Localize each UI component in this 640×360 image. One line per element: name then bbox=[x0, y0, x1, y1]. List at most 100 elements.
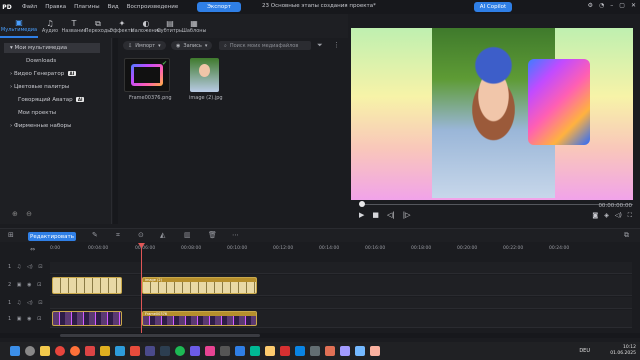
chrome-icon[interactable] bbox=[55, 346, 65, 356]
prev-frame-icon[interactable]: ◁| bbox=[387, 211, 395, 219]
app-icon[interactable] bbox=[295, 346, 305, 356]
frame-layer[interactable] bbox=[528, 59, 590, 145]
export-button[interactable]: Экспорт bbox=[197, 2, 241, 12]
ai-copilot-button[interactable]: AI Copilot bbox=[474, 2, 512, 12]
remove-folder-icon[interactable]: ⊖ bbox=[26, 210, 32, 218]
quality-icon[interactable]: ◈ bbox=[604, 212, 609, 220]
tab-title[interactable]: T Название bbox=[61, 14, 86, 38]
menu-plugins[interactable]: Плагины bbox=[74, 4, 99, 10]
photoshop-icon[interactable] bbox=[160, 346, 170, 356]
firefox-icon[interactable] bbox=[70, 346, 80, 356]
app-icon[interactable] bbox=[280, 346, 290, 356]
more-tools-icon[interactable]: ⋯ bbox=[232, 231, 239, 239]
app-icon[interactable] bbox=[325, 346, 335, 356]
filter-icon[interactable]: ⏷ bbox=[317, 41, 323, 50]
media-thumb-image[interactable] bbox=[190, 58, 219, 92]
track-video-1[interactable]: Frame00376 bbox=[50, 310, 632, 328]
sidebar-item-my-projects[interactable]: Мои проекты bbox=[18, 110, 56, 116]
start-icon[interactable] bbox=[10, 346, 20, 356]
lock-icon[interactable]: ⊡ bbox=[37, 282, 41, 288]
playhead[interactable] bbox=[141, 244, 142, 338]
lock-icon[interactable]: ⊡ bbox=[38, 300, 42, 306]
track-audio-1[interactable] bbox=[50, 297, 632, 309]
search-input[interactable]: ⌕ Поиск моих медиафайлов bbox=[219, 41, 311, 50]
app-icon[interactable] bbox=[265, 346, 275, 356]
maximize-icon[interactable]: ▢ bbox=[619, 2, 625, 9]
menu-file[interactable]: Файл bbox=[22, 4, 37, 10]
app-icon[interactable] bbox=[310, 346, 320, 356]
sidebar-item-color-palettes[interactable]: › Цветовые палитры bbox=[10, 84, 69, 90]
explorer-icon[interactable] bbox=[40, 346, 50, 356]
system-clock[interactable]: 10:12 01.06.2025 bbox=[610, 345, 636, 357]
lock-icon[interactable]: ⊡ bbox=[37, 316, 41, 322]
edit-button[interactable]: Редактировать bbox=[28, 232, 76, 241]
menu-playback[interactable]: Воспроизведение bbox=[127, 4, 178, 10]
menu-view[interactable]: Вид bbox=[108, 4, 119, 10]
add-folder-icon[interactable]: ⊕ bbox=[12, 210, 18, 218]
preview-canvas[interactable] bbox=[351, 28, 633, 200]
stop-icon[interactable]: ■ bbox=[372, 211, 379, 219]
minimize-icon[interactable]: – bbox=[610, 2, 613, 9]
app-icon[interactable] bbox=[145, 346, 155, 356]
layout-icon[interactable]: ⧉ bbox=[624, 231, 629, 240]
snapshot-icon[interactable]: ◙ bbox=[592, 212, 598, 220]
speed-icon[interactable]: ⊙ bbox=[138, 231, 144, 239]
fullscreen-icon[interactable]: ⛶ bbox=[628, 212, 632, 220]
sidebar-item-talking-avatar[interactable]: Говорящий Аватар AI bbox=[18, 97, 84, 103]
more-icon[interactable]: ⋮ bbox=[333, 41, 340, 49]
mute-icon[interactable]: ◁) bbox=[27, 300, 33, 306]
menu-edit[interactable]: Правка bbox=[45, 4, 66, 10]
timeline-clip[interactable] bbox=[52, 277, 122, 294]
volume-icon[interactable]: ◁) bbox=[615, 212, 622, 220]
tab-media[interactable]: ▣ Мультимедиа bbox=[0, 14, 38, 38]
crop-icon[interactable]: ⌗ bbox=[116, 231, 120, 240]
notifications-icon[interactable]: ◔ bbox=[599, 2, 604, 9]
tab-subtitles[interactable]: ▤ Субтитры bbox=[157, 14, 183, 38]
pen-icon[interactable]: ✎ bbox=[92, 231, 98, 239]
grid-icon[interactable]: ⊞ bbox=[8, 231, 14, 239]
scrollbar-thumb[interactable] bbox=[60, 334, 260, 337]
timeline-ruler[interactable]: 0:00 00:04:00 00:06:00 00:08:00 00:10:00… bbox=[50, 244, 640, 256]
app-icon[interactable] bbox=[250, 346, 260, 356]
tab-effects[interactable]: ✦ Эффекты bbox=[110, 14, 135, 38]
record-button[interactable]: ◉ Запись ▾ bbox=[171, 41, 213, 50]
timeline-clip-frame[interactable]: Frame00376 bbox=[142, 311, 257, 326]
track-video-2[interactable]: image (2) bbox=[50, 275, 632, 296]
app-icon[interactable] bbox=[220, 346, 230, 356]
play-icon[interactable]: ▶ bbox=[359, 211, 364, 219]
sidebar-item-downloads[interactable]: Downloads bbox=[26, 58, 56, 64]
app-icon[interactable] bbox=[100, 346, 110, 356]
app-icon[interactable] bbox=[205, 346, 215, 356]
sidebar-item-video-generator[interactable]: › Видео Генератор AI bbox=[10, 71, 76, 77]
search-icon[interactable] bbox=[25, 346, 35, 356]
delete-icon[interactable]: 🗑 bbox=[208, 231, 217, 239]
tab-templates[interactable]: ▦ Шаблоны bbox=[182, 14, 207, 38]
app-icon[interactable] bbox=[355, 346, 365, 356]
app-icon[interactable] bbox=[190, 346, 200, 356]
spotify-icon[interactable] bbox=[175, 346, 185, 356]
tab-audio[interactable]: ♫ Аудио bbox=[38, 14, 62, 38]
playback-progress[interactable] bbox=[359, 204, 633, 205]
tab-transitions[interactable]: ⧉ Переходы bbox=[85, 14, 112, 38]
app-icon[interactable] bbox=[115, 346, 125, 356]
visibility-icon[interactable]: ◉ bbox=[27, 282, 31, 288]
timeline-clip-image[interactable]: image (2) bbox=[142, 277, 257, 294]
import-button[interactable]: ⇩ Импорт ▾ bbox=[123, 41, 166, 50]
fit-timeline-icon[interactable]: ⇔ bbox=[30, 246, 35, 253]
visibility-icon[interactable]: ◉ bbox=[27, 316, 31, 322]
app-icon[interactable] bbox=[85, 346, 95, 356]
split-icon[interactable]: ◭ bbox=[160, 231, 165, 239]
timeline-clip[interactable] bbox=[52, 311, 122, 326]
powerdirector-icon[interactable] bbox=[235, 346, 245, 356]
app-icon[interactable] bbox=[340, 346, 350, 356]
media-thumb-frame[interactable]: ✔ bbox=[124, 58, 170, 92]
sidebar-item-brand-kits[interactable]: › Фирменные наборы bbox=[10, 123, 72, 129]
keyframe-icon[interactable]: ▥ bbox=[184, 231, 191, 239]
mute-icon[interactable]: ◁) bbox=[27, 264, 33, 270]
track-audio-2[interactable] bbox=[50, 262, 632, 274]
app-icon[interactable] bbox=[130, 346, 140, 356]
keyboard-language[interactable]: DEU bbox=[579, 348, 590, 354]
settings-icon[interactable]: ⚙ bbox=[588, 2, 593, 9]
timeline-scrollbar[interactable] bbox=[0, 333, 640, 338]
next-frame-icon[interactable]: |▷ bbox=[403, 211, 411, 219]
